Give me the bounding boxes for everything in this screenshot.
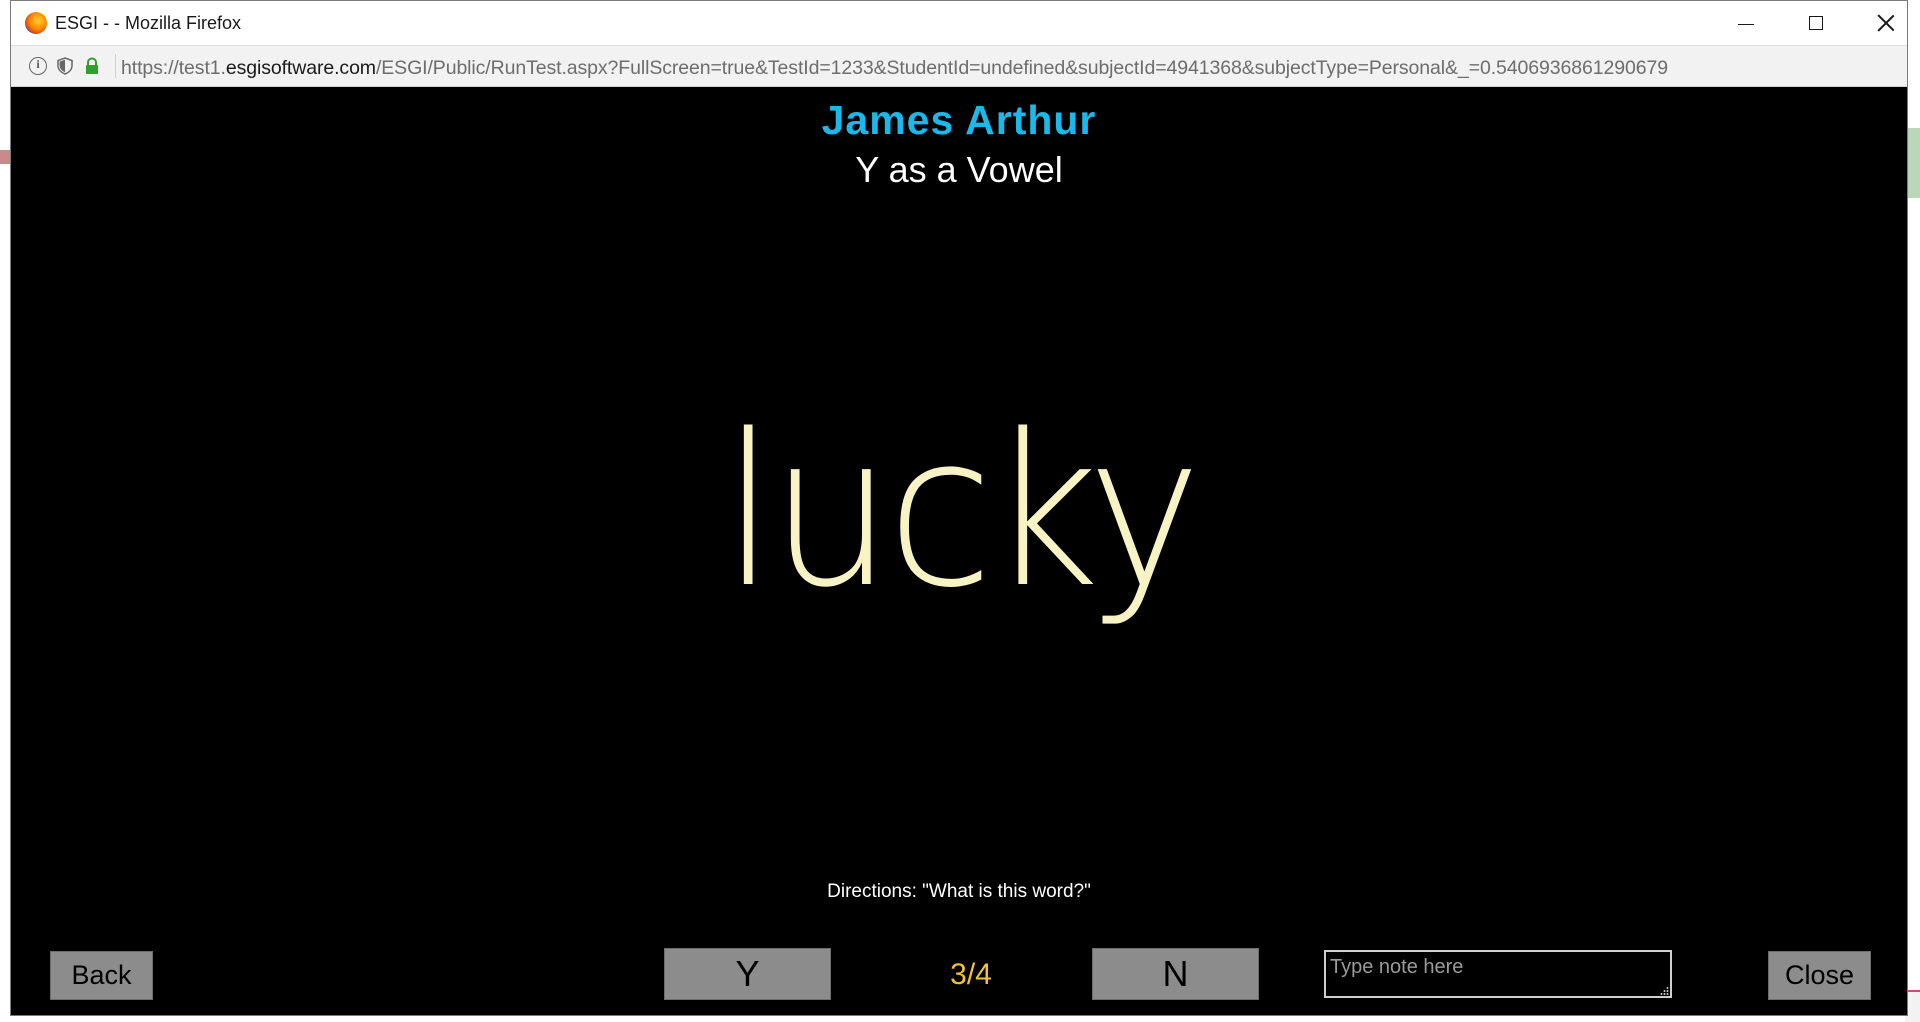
maximize-button[interactable] [1781,1,1851,45]
no-button[interactable]: N [1092,948,1259,1000]
question-word: lucky [721,389,1202,634]
firefox-icon [25,12,47,34]
test-name: Y as a Vowel [855,149,1063,190]
browser-popup-window: ESGI - - Mozilla Firefox https://test1.e… [10,0,1908,1016]
url-divider [115,54,116,78]
close-icon [1877,14,1895,32]
minimize-button[interactable] [1711,1,1781,45]
directions-text: Directions: "What is this word?" [827,881,1091,902]
resize-grip-icon[interactable] [1659,983,1669,995]
info-icon[interactable] [29,57,47,75]
progress-counter: 3/4 [950,958,992,991]
test-content: James Arthur Y as a Vowel lucky Directio… [11,87,1907,1015]
note-input[interactable] [1324,950,1672,998]
student-name: James Arthur [821,97,1097,143]
yes-button[interactable]: Y [664,948,831,1000]
maximize-icon [1809,16,1823,30]
window-title: ESGI - - Mozilla Firefox [55,13,242,33]
url-domain: esgisoftware.com [225,57,376,79]
lock-icon[interactable] [83,57,101,75]
back-button[interactable]: Back [50,951,153,1000]
address-bar[interactable]: https://test1.esgisoftware.com/ESGI/Publ… [11,45,1907,87]
close-button[interactable]: Close [1768,951,1871,1000]
url-path: /ESGI/Public/RunTest.aspx?FullScreen=tru… [375,57,1668,79]
title-bar[interactable]: ESGI - - Mozilla Firefox [11,1,1907,45]
url-prefix: https://test1. [121,57,226,79]
window-close-button[interactable] [1851,1,1920,45]
tracking-shield-icon[interactable] [56,57,74,75]
minimize-icon [1738,23,1754,25]
url-field[interactable]: https://test1.esgisoftware.com/ESGI/Publ… [121,57,1668,80]
